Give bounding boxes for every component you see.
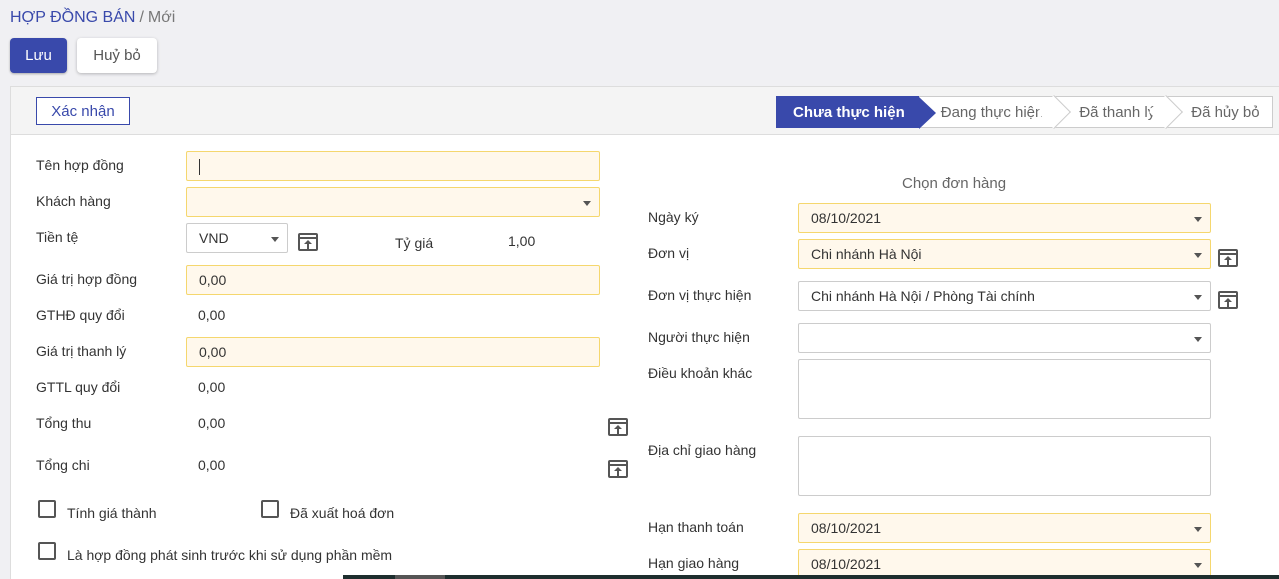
select-order-link[interactable]: Chọn đơn hàng bbox=[902, 175, 1006, 192]
chevron-down-icon bbox=[1194, 295, 1202, 300]
unit-label: Đơn vị bbox=[648, 245, 690, 261]
chevron-down-icon bbox=[1194, 527, 1202, 532]
chevron-down-icon bbox=[271, 237, 279, 242]
chevron-down-icon bbox=[1194, 253, 1202, 258]
pre-software-label: Là hợp đồng phát sinh trước khi sử dụng … bbox=[67, 547, 393, 563]
sign-date-label: Ngày ký bbox=[648, 209, 699, 225]
status-bar: Xác nhận Chưa thực hiện Đang thực hiện Đ… bbox=[11, 86, 1279, 135]
payment-deadline-picker[interactable]: 08/10/2021 bbox=[798, 513, 1211, 543]
customer-select[interactable] bbox=[186, 187, 600, 217]
delivery-deadline-label: Hạn giao hàng bbox=[648, 555, 740, 571]
customer-label: Khách hàng bbox=[36, 193, 111, 209]
liquidation-value-input[interactable]: 0,00 bbox=[186, 337, 600, 367]
sign-date-picker[interactable]: 08/10/2021 bbox=[798, 203, 1211, 233]
stage-cancelled[interactable]: Đã hủy bỏ bbox=[1169, 96, 1273, 128]
external-link-icon[interactable] bbox=[1218, 291, 1238, 309]
external-link-icon[interactable] bbox=[608, 460, 628, 478]
payment-deadline-value: 08/10/2021 bbox=[811, 520, 882, 536]
chevron-down-icon bbox=[583, 201, 591, 206]
currency-label: Tiền tệ bbox=[36, 229, 79, 245]
external-link-icon[interactable] bbox=[608, 418, 628, 436]
breadcrumb: HỢP ĐỒNG BÁN / Mới bbox=[10, 9, 175, 27]
exchange-rate-value: 1,00 bbox=[508, 233, 536, 249]
liquidation-value-label: Giá trị thanh lý bbox=[36, 343, 127, 359]
pre-software-checkbox[interactable] bbox=[38, 542, 56, 560]
stage-label: Chưa thực hiện bbox=[793, 104, 905, 121]
delivery-deadline-value: 08/10/2021 bbox=[811, 556, 882, 572]
cost-calc-checkbox[interactable] bbox=[38, 500, 56, 518]
discard-button[interactable]: Huỷ bỏ bbox=[77, 38, 157, 73]
unit-select[interactable]: Chi nhánh Hà Nội bbox=[798, 239, 1211, 269]
total-income-label: Tổng thu bbox=[36, 415, 92, 431]
contract-value-label: Giá trị hợp đồng bbox=[36, 271, 138, 287]
executing-unit-label: Đơn vị thực hiện bbox=[648, 287, 752, 303]
breadcrumb-separator: / bbox=[139, 9, 144, 26]
total-income-value: 0,00 bbox=[198, 415, 226, 431]
confirm-button[interactable]: Xác nhận bbox=[36, 97, 130, 125]
executing-unit-value: Chi nhánh Hà Nội / Phòng Tài chính bbox=[811, 288, 1035, 304]
currency-value: VND bbox=[199, 230, 229, 246]
breadcrumb-root-link[interactable]: HỢP ĐỒNG BÁN bbox=[10, 9, 135, 26]
stage-label: Đã thanh lý bbox=[1079, 104, 1156, 121]
liquidation-value: 0,00 bbox=[199, 344, 227, 360]
stage-liquidated[interactable]: Đã thanh lý bbox=[1057, 95, 1184, 129]
external-link-icon[interactable] bbox=[298, 233, 318, 251]
contract-value: 0,00 bbox=[199, 272, 227, 288]
chevron-down-icon bbox=[1194, 337, 1202, 342]
total-expense-value: 0,00 bbox=[198, 457, 226, 473]
scrollbar-thumb[interactable] bbox=[395, 575, 445, 579]
stage-pipeline: Chưa thực hiện Đang thực hiện Đã thanh l… bbox=[776, 95, 1273, 129]
delivery-address-textarea[interactable] bbox=[798, 436, 1211, 496]
contract-value-input[interactable]: 0,00 bbox=[186, 265, 600, 295]
payment-deadline-label: Hạn thanh toán bbox=[648, 519, 744, 535]
stage-not-started[interactable]: Chưa thực hiện bbox=[776, 96, 936, 129]
executing-unit-select[interactable]: Chi nhánh Hà Nội / Phòng Tài chính bbox=[798, 281, 1211, 311]
form-sheet: Xác nhận Chưa thực hiện Đang thực hiện Đ… bbox=[10, 86, 1279, 579]
invoiced-label: Đã xuất hoá đơn bbox=[290, 505, 395, 521]
stage-arrow bbox=[918, 97, 936, 129]
contract-name-label: Tên hợp đồng bbox=[36, 157, 124, 173]
unit-value: Chi nhánh Hà Nội bbox=[811, 246, 922, 262]
executor-label: Người thực hiện bbox=[648, 329, 750, 345]
stage-label: Đang thực hiện bbox=[940, 104, 1044, 121]
total-expense-label: Tổng chi bbox=[36, 457, 90, 473]
invoiced-checkbox[interactable] bbox=[261, 500, 279, 518]
stage-label: Đã hủy bỏ bbox=[1191, 104, 1260, 121]
external-link-icon[interactable] bbox=[1218, 249, 1238, 267]
chevron-down-icon bbox=[1194, 217, 1202, 222]
stage-in-progress[interactable]: Đang thực hiện bbox=[918, 95, 1072, 129]
horizontal-scrollbar[interactable] bbox=[343, 575, 1279, 579]
converted-contract-value: 0,00 bbox=[198, 307, 226, 323]
converted-liquidation-value-label: GTTL quy đổi bbox=[36, 379, 121, 395]
other-terms-textarea[interactable] bbox=[798, 359, 1211, 419]
sign-date-value: 08/10/2021 bbox=[811, 210, 882, 226]
chevron-down-icon bbox=[1194, 563, 1202, 568]
exchange-rate-label: Tỷ giá bbox=[395, 235, 434, 251]
converted-liquidation-value: 0,00 bbox=[198, 379, 226, 395]
text-cursor bbox=[199, 159, 200, 175]
contract-name-input[interactable] bbox=[186, 151, 600, 181]
converted-contract-value-label: GTHĐ quy đổi bbox=[36, 307, 125, 323]
cost-calc-label: Tính giá thành bbox=[67, 505, 157, 521]
delivery-address-label: Địa chỉ giao hàng bbox=[648, 442, 757, 458]
currency-select[interactable]: VND bbox=[186, 223, 288, 253]
save-button[interactable]: Lưu bbox=[10, 38, 67, 73]
executor-select[interactable] bbox=[798, 323, 1211, 353]
breadcrumb-current: Mới bbox=[147, 9, 176, 26]
control-panel: HỢP ĐỒNG BÁN / Mới Lưu Huỷ bỏ bbox=[0, 0, 1279, 86]
other-terms-label: Điều khoản khác bbox=[648, 365, 753, 381]
